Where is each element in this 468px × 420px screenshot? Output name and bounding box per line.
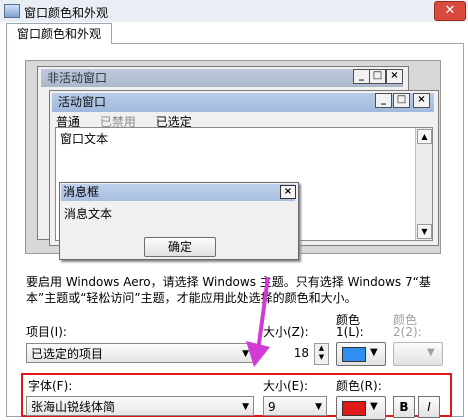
dropdown-arrow-icon: ▼ [242,402,249,412]
pink-arrow [246,276,270,367]
close-icon: × [280,185,296,199]
window-title: 窗口颜色和外观 [24,6,109,20]
dropdown-arrow-icon: ▼ [370,401,378,412]
item-label: 项目(I): [26,325,67,339]
font-color-label: 颜色(R): [336,379,382,393]
window-close-button[interactable]: ✕ [434,1,466,21]
font-label: 字体(F): [28,379,73,393]
inactive-window-title: 非活动窗口 [41,69,403,87]
minimize-icon: _ [375,93,392,108]
close-icon: × [413,93,430,108]
color1-sublabel: 1(L): [336,325,364,339]
item-size-stepper[interactable]: ▲ ▼ [314,343,329,365]
message-box-preview[interactable]: 消息框 × 消息文本 确定 [59,182,299,260]
message-box-title: 消息框 [61,184,295,201]
color2-sublabel: 2(2): [393,325,422,339]
title-bar: 窗口颜色和外观 ✕ [0,0,468,22]
aero-description: 要启用 Windows Aero，请选择 Windows 主题。只有选择 Win… [26,275,431,305]
dropdown-arrow-icon: ▼ [427,347,435,358]
close-icon: × [386,69,403,84]
dropdown-arrow-icon: ▼ [315,402,322,412]
scroll-up-icon[interactable]: ▲ [417,129,432,144]
font-size-select[interactable]: 9 ▼ [263,396,327,416]
display-settings-icon [4,4,20,18]
minimize-icon: _ [353,69,370,84]
font-select-value: 张海山锐线体简 [31,400,116,414]
window-text: 窗口文本 [60,132,109,146]
font-size-value: 9 [268,400,276,414]
tab-window-color[interactable]: 窗口颜色和外观 [6,23,112,44]
italic-button[interactable]: I [418,396,440,418]
bold-button[interactable]: B [393,396,415,418]
item-select[interactable]: 已选定的项目 ▼ [26,343,254,363]
maximize-icon: □ [369,69,386,84]
ok-button[interactable]: 确定 [144,237,216,257]
scroll-down-icon[interactable]: ▼ [417,224,432,239]
stepper-up-icon[interactable]: ▲ [315,344,328,353]
color1-button[interactable]: ▼ [336,342,386,366]
font-select[interactable]: 张海山锐线体简 ▼ [26,396,254,416]
color2-button[interactable]: ▼ [393,342,443,366]
item-select-value: 已选定的项目 [31,347,104,361]
font-color-button[interactable]: ▼ [336,396,386,420]
dropdown-arrow-icon: ▼ [370,347,378,358]
color1-swatch [342,347,366,362]
message-text: 消息文本 [64,207,113,221]
maximize-icon: □ [393,93,410,108]
font-size-label: 大小(E): [263,379,308,393]
stepper-down-icon[interactable]: ▼ [315,353,328,362]
vertical-scrollbar[interactable]: ▲ ▼ [415,128,432,240]
